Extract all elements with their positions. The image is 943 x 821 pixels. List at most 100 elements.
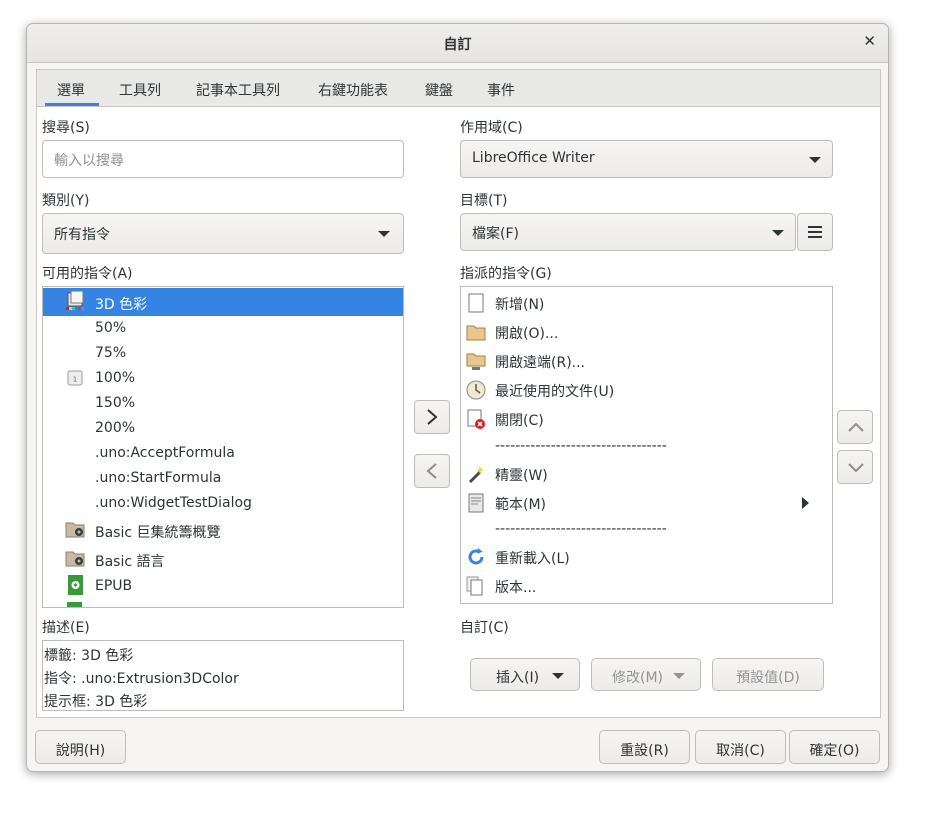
tab-bar: 選單 工具列 記事本工具列 右鍵功能表 鍵盤 事件: [36, 69, 881, 107]
template-icon: [468, 493, 484, 513]
modify-button[interactable]: 修改(M): [591, 658, 701, 691]
search-placeholder: 輸入以搜尋: [54, 153, 124, 169]
separator-label: ----------------------------------: [495, 438, 667, 454]
tab-keyboard[interactable]: 鍵盤: [425, 80, 453, 100]
chevron-left-icon: [426, 463, 437, 479]
list-item[interactable]: 開啟(O)...: [461, 318, 832, 346]
submenu-arrow-icon: [802, 497, 809, 509]
zoom-100-icon: 1: [67, 370, 83, 386]
insert-button[interactable]: 插入(I): [470, 658, 580, 691]
customize-label: 自訂(C): [460, 620, 509, 636]
cancel-label: 取消(C): [716, 743, 765, 759]
list-item[interactable]: 範本(M): [461, 489, 832, 517]
list-item-label: 100%: [95, 370, 136, 386]
scope-value: LibreOffice Writer: [472, 150, 595, 166]
list-item-label: 最近使用的文件(U): [495, 384, 615, 400]
target-dropdown[interactable]: 檔案(F): [460, 213, 796, 251]
list-item[interactable]: 1 100%: [43, 366, 403, 391]
recent-documents-icon: [466, 380, 486, 400]
list-item[interactable]: EPUB: [43, 574, 403, 599]
separator-item[interactable]: ----------------------------------: [461, 433, 832, 461]
ok-button[interactable]: 確定(O): [789, 730, 880, 764]
macro-folder-icon: [65, 522, 85, 538]
list-item[interactable]: 最近使用的文件(U): [461, 376, 832, 404]
list-item[interactable]: .uno:AcceptFormula: [43, 441, 403, 466]
list-item-label: Basic 巨集統籌概覽: [95, 525, 221, 541]
list-item[interactable]: 精靈(W): [461, 460, 832, 488]
description-box: 標籤: 3D 色彩 指令: .uno:Extrusion3DColor 提示框:…: [42, 640, 404, 711]
list-item[interactable]: 版本...: [461, 572, 832, 600]
list-item-label: 開啟(O)...: [495, 326, 559, 342]
list-item[interactable]: 75%: [43, 341, 403, 366]
3d-color-icon: [66, 291, 84, 310]
close-icon[interactable]: ✕: [863, 32, 876, 50]
tab-menus[interactable]: 選單: [57, 80, 85, 100]
list-item[interactable]: 200%: [43, 416, 403, 441]
tab-panel: 搜尋(S) 輸入以搜尋 類別(Y) 所有指令 可用的指令(A) 3D 色彩 50…: [36, 106, 881, 718]
tab-notebookbar[interactable]: 記事本工具列: [196, 80, 280, 100]
list-item[interactable]: 開啟遠端(R)...: [461, 347, 832, 375]
chevron-right-icon: [427, 409, 438, 425]
reset-button[interactable]: 重設(R): [599, 730, 690, 764]
svg-text:1: 1: [73, 376, 77, 384]
scope-label: 作用域(C): [460, 120, 523, 136]
chevron-down-icon: [673, 673, 685, 679]
list-item[interactable]: 重新載入(L): [461, 543, 832, 571]
help-button[interactable]: 說明(H): [35, 730, 126, 764]
cancel-button[interactable]: 取消(C): [695, 730, 786, 764]
list-item[interactable]: 3D 色彩: [43, 288, 403, 316]
list-item-label: 50%: [95, 320, 127, 336]
list-item-label: .uno:StartFormula: [95, 470, 222, 486]
separator-item[interactable]: ----------------------------------: [461, 516, 832, 544]
reset-label: 重設(R): [620, 743, 669, 759]
customize-dialog: 自訂 ✕ 選單 工具列 記事本工具列 右鍵功能表 鍵盤 事件 搜尋(S) 輸入以…: [26, 23, 889, 772]
assigned-commands-list[interactable]: 新增(N) 開啟(O)... 開啟遠端(R)... 最近使用的文件(U) 關閉(…: [460, 286, 833, 604]
category-dropdown[interactable]: 所有指令: [42, 213, 404, 254]
move-up-button[interactable]: [837, 410, 873, 444]
folder-open-icon: [466, 325, 486, 341]
partial-row-icon: [67, 602, 82, 607]
ok-label: 確定(O): [809, 743, 860, 759]
tab-toolbars[interactable]: 工具列: [119, 80, 161, 100]
description-label: 描述(E): [42, 620, 90, 636]
versions-icon: [466, 576, 483, 596]
list-item-label: 150%: [95, 395, 136, 411]
chevron-down-icon: [378, 231, 390, 237]
titlebar: 自訂 ✕: [27, 24, 888, 63]
reload-icon: [468, 548, 484, 565]
move-down-button[interactable]: [837, 450, 873, 484]
list-item[interactable]: 新增(N): [461, 289, 832, 317]
list-item[interactable]: 關閉(C): [461, 405, 832, 433]
description-line: 提示框: 3D 色彩: [44, 694, 148, 710]
list-item[interactable]: .uno:WidgetTestDialog: [43, 491, 403, 516]
scope-dropdown[interactable]: LibreOffice Writer: [460, 140, 833, 178]
defaults-button[interactable]: 預設值(D): [712, 658, 824, 691]
available-commands-list[interactable]: 3D 色彩 50% 75% 1 100% 150% 200% .uno:Acce…: [42, 286, 404, 608]
defaults-label: 預設值(D): [736, 670, 800, 686]
list-item[interactable]: 150%: [43, 391, 403, 416]
list-item-label: .uno:AcceptFormula: [95, 445, 235, 461]
remove-command-button[interactable]: [414, 454, 450, 488]
tab-events[interactable]: 事件: [487, 80, 515, 100]
chevron-down-icon: [809, 157, 821, 163]
list-item-label: Basic 語言: [95, 554, 165, 570]
separator-label: ----------------------------------: [495, 521, 667, 537]
list-item-label: 版本...: [495, 580, 537, 596]
list-item[interactable]: 50%: [43, 316, 403, 341]
insert-label: 插入(I): [496, 670, 540, 686]
tab-context-menus[interactable]: 右鍵功能表: [318, 80, 388, 100]
add-command-button[interactable]: [414, 400, 450, 434]
category-label: 類別(Y): [42, 193, 90, 209]
search-input[interactable]: 輸入以搜尋: [42, 140, 404, 178]
list-item-label: 新增(N): [495, 297, 545, 313]
assigned-commands-label: 指派的指令(G): [460, 266, 552, 282]
list-item[interactable]: Basic 巨集統籌概覽: [43, 516, 403, 545]
target-label: 目標(T): [460, 193, 508, 209]
target-menu-button[interactable]: [797, 213, 833, 251]
search-label: 搜尋(S): [42, 120, 90, 136]
list-item[interactable]: .uno:StartFormula: [43, 466, 403, 491]
modify-label: 修改(M): [612, 670, 664, 686]
list-item[interactable]: Basic 語言: [43, 545, 403, 574]
description-line: 標籤: 3D 色彩: [44, 648, 134, 664]
list-item-label: 範本(M): [495, 497, 547, 513]
